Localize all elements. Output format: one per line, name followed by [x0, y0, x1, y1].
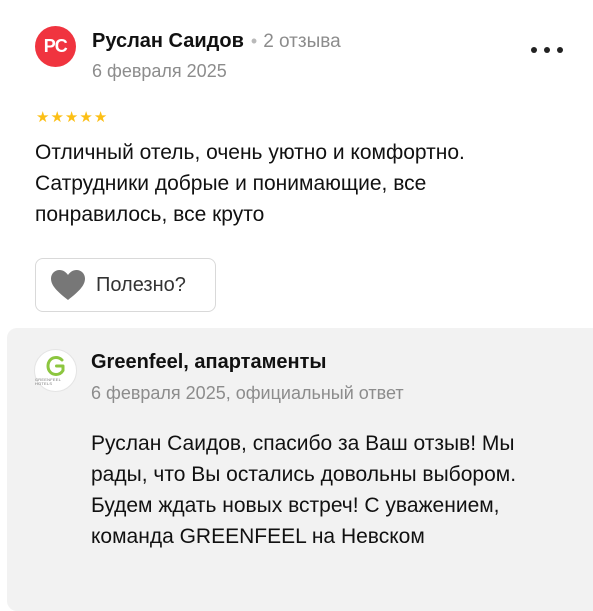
author-line: Руслан Саидов • 2 отзыва	[92, 30, 341, 53]
author-review-count: 2 отзыва	[263, 31, 341, 52]
star-icon: ★	[93, 109, 108, 126]
logo-caption: GREENFEEL HOTELS	[35, 377, 61, 386]
heart-icon	[51, 270, 85, 300]
review-header: РС Руслан Саидов • 2 отзыва 6 февраля 20…	[35, 26, 565, 86]
star-icon: ★	[79, 109, 93, 126]
rating-stars: ★ ★ ★ ★ ★	[36, 110, 107, 125]
more-options-button[interactable]	[531, 42, 563, 58]
separator-dot: •	[250, 31, 258, 51]
helpful-button[interactable]: Полезно?	[35, 258, 216, 312]
more-dots-icon	[531, 47, 537, 53]
greenfeel-logo-icon	[46, 356, 64, 376]
star-icon: ★	[64, 109, 79, 126]
official-reply: GREENFEEL HOTELS Greenfeel, апартаменты …	[7, 328, 593, 611]
reply-text: Руслан Саидов, спасибо за Ваш отзыв! Мы …	[91, 432, 517, 548]
star-icon: ★	[50, 109, 64, 126]
organization-logo[interactable]: GREENFEEL HOTELS	[34, 349, 77, 392]
star-icon: ★	[36, 109, 50, 126]
reply-meta: 6 февраля 2025, официальный ответ	[91, 383, 404, 403]
organization-name[interactable]: Greenfeel, апартаменты	[91, 351, 326, 374]
helpful-label: Полезно?	[96, 273, 186, 296]
review-date: 6 февраля 2025	[92, 61, 227, 81]
more-dots-icon	[544, 47, 550, 53]
more-dots-icon	[557, 47, 563, 53]
review-text: Отличный отель, очень уютно и комфортно.…	[35, 141, 465, 226]
author-avatar[interactable]: РС	[35, 26, 76, 67]
author-name[interactable]: Руслан Саидов	[92, 30, 244, 53]
